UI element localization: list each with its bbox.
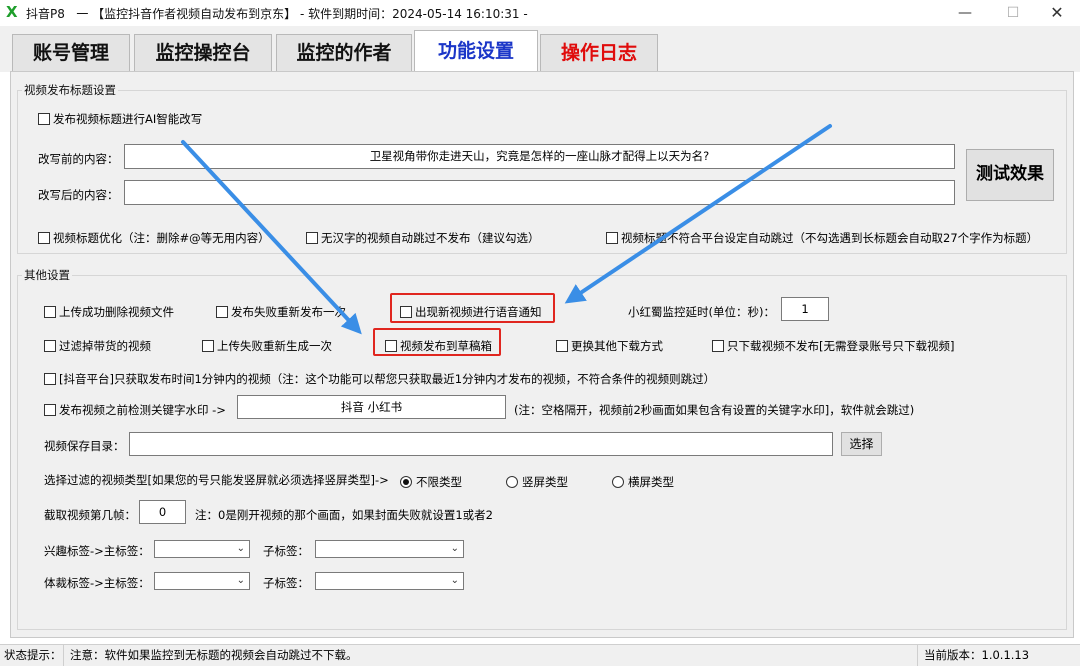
title-bar: X 抖音P8 一 【监控抖音作者视频自动发布到京东】 - 软件到期时间：2024… <box>0 0 1080 26</box>
change-download-label: 更换其他下载方式 <box>571 339 663 353</box>
tab-bar: 账号管理 监控操控台 监控的作者 功能设置 操作日志 <box>0 26 1080 72</box>
minimize-button[interactable]: — <box>942 0 988 26</box>
status-label: 状态提示： <box>0 645 64 666</box>
tab-console[interactable]: 监控操控台 <box>134 34 272 72</box>
radio-dot[interactable] <box>506 476 518 488</box>
filter-goods-label: 过滤掉带货的视频 <box>59 339 151 353</box>
check-watermark-checkbox[interactable]: 发布视频之前检测关键字水印 -> <box>44 402 226 418</box>
save-dir-label: 视频保存目录： <box>44 439 125 453</box>
other-settings-group: 其他设置 上传成功删除视频文件 发布失败重新发布一次 出现新视频进行语音通知 小… <box>17 267 1067 630</box>
video-type-label: 选择过滤的视频类型[如果您的号只能发竖屏就必须选择竖屏类型]-> <box>44 473 389 487</box>
title-optimize-label: 视频标题优化（注：删除#@等无用内容） <box>53 231 270 245</box>
download-only-label: 只下载视频不发布[无需登录账号只下载视频] <box>727 339 955 353</box>
republish-on-fail-label: 发布失败重新发布一次 <box>231 305 346 319</box>
download-only-checkbox[interactable]: 只下载视频不发布[无需登录账号只下载视频] <box>712 338 954 354</box>
checkbox-box[interactable] <box>306 232 318 244</box>
chevron-down-icon: ⌄ <box>450 575 459 586</box>
chevron-down-icon: ⌄ <box>450 543 459 554</box>
chevron-down-icon: ⌄ <box>236 543 245 554</box>
checkbox-box[interactable] <box>44 404 56 416</box>
radio-any-type[interactable]: 不限类型 <box>400 474 462 490</box>
before-content-input[interactable]: 卫星视角带你走进天山，究竟是怎样的一座山脉才配得上以天为名? <box>124 144 955 169</box>
delete-after-upload-checkbox[interactable]: 上传成功删除视频文件 <box>44 304 174 320</box>
frame-input[interactable]: 0 <box>139 500 186 524</box>
checkbox-box[interactable] <box>606 232 618 244</box>
checkbox-box[interactable] <box>44 306 56 318</box>
checkbox-box[interactable] <box>44 373 56 385</box>
browse-button[interactable]: 选择 <box>841 432 882 456</box>
interest-sub-label: 子标签： <box>263 544 309 558</box>
after-label: 改写后的内容： <box>38 188 119 202</box>
checkbox-box[interactable] <box>38 232 50 244</box>
radio-horizontal-type-label: 横屏类型 <box>628 475 674 489</box>
radio-dot[interactable] <box>400 476 412 488</box>
filter-goods-checkbox[interactable]: 过滤掉带货的视频 <box>44 338 151 354</box>
interest-main-select[interactable]: ⌄ <box>154 540 250 558</box>
watermark-keywords-input[interactable]: 抖音 小红书 <box>237 395 506 419</box>
checkbox-box[interactable] <box>202 340 214 352</box>
title-settings-group: 视频发布标题设置 发布视频标题进行AI智能改写 改写前的内容： 卫星视角带你走进… <box>17 82 1067 254</box>
status-message: 注意：软件如果监控到无标题的视频会自动跳过不下载。 <box>66 645 918 666</box>
chevron-down-icon: ⌄ <box>236 575 245 586</box>
window-title-text: 一 【监控抖音作者视频自动发布到京东】 - 软件到期时间：2024-05-14 … <box>76 7 528 21</box>
regenerate-on-fail-checkbox[interactable]: 上传失败重新生成一次 <box>202 338 332 354</box>
title-invalid-skip-label: 视频标题不符合平台设定自动跳过（不勾选遇到长标题会自动取27个字作为标题） <box>621 231 1039 245</box>
app-name: 抖音P8 <box>26 7 65 21</box>
radio-vertical-type[interactable]: 竖屏类型 <box>506 474 568 490</box>
publish-to-draft-highlight <box>373 328 501 356</box>
other-settings-heading: 其他设置 <box>22 267 72 283</box>
tab-account[interactable]: 账号管理 <box>12 34 130 72</box>
frame-note: 注：0是刚开视频的那个画面，如果封面失败就设置1或者2 <box>195 508 493 522</box>
genre-sub-label: 子标签： <box>263 576 309 590</box>
tab-authors[interactable]: 监控的作者 <box>276 34 412 72</box>
douyin-recent-checkbox[interactable]: [抖音平台]只获取发布时间1分钟内的视频（注：这个功能可以帮您只获取最近1分钟内… <box>44 371 715 387</box>
check-watermark-label: 发布视频之前检测关键字水印 -> <box>59 403 226 417</box>
checkbox-box[interactable] <box>712 340 724 352</box>
checkbox-box[interactable] <box>38 113 50 125</box>
ai-rewrite-label: 发布视频标题进行AI智能改写 <box>53 112 203 126</box>
radio-horizontal-type[interactable]: 横屏类型 <box>612 474 674 490</box>
radio-any-type-label: 不限类型 <box>416 475 462 489</box>
regenerate-on-fail-label: 上传失败重新生成一次 <box>217 339 332 353</box>
title-settings-heading: 视频发布标题设置 <box>22 82 118 98</box>
xhs-delay-input[interactable]: 1 <box>781 297 829 321</box>
interest-main-label: 兴趣标签->主标签： <box>44 544 150 558</box>
genre-sub-select[interactable]: ⌄ <box>315 572 464 590</box>
radio-dot[interactable] <box>612 476 624 488</box>
genre-main-label: 体裁标签->主标签： <box>44 576 150 590</box>
checkbox-box[interactable] <box>44 340 56 352</box>
before-label: 改写前的内容： <box>38 152 119 166</box>
checkbox-box[interactable] <box>216 306 228 318</box>
tab-log[interactable]: 操作日志 <box>540 34 658 72</box>
ai-rewrite-checkbox[interactable]: 发布视频标题进行AI智能改写 <box>38 111 202 127</box>
no-chinese-skip-checkbox[interactable]: 无汉字的视频自动跳过不发布（建议勾选） <box>306 230 540 246</box>
tab-settings[interactable]: 功能设置 <box>414 30 538 72</box>
window-title: 抖音P8 一 【监控抖音作者视频自动发布到京东】 - 软件到期时间：2024-0… <box>26 5 528 22</box>
save-dir-input[interactable] <box>129 432 833 456</box>
no-chinese-skip-label: 无汉字的视频自动跳过不发布（建议勾选） <box>321 231 540 245</box>
frame-label: 截取视频第几帧： <box>44 508 136 522</box>
interest-sub-select[interactable]: ⌄ <box>315 540 464 558</box>
radio-vertical-type-label: 竖屏类型 <box>522 475 568 489</box>
maximize-button[interactable]: ☐ <box>990 0 1036 26</box>
change-download-checkbox[interactable]: 更换其他下载方式 <box>556 338 663 354</box>
republish-on-fail-checkbox[interactable]: 发布失败重新发布一次 <box>216 304 346 320</box>
xhs-delay-label: 小红蜀监控延时(单位：秒)： <box>628 305 775 319</box>
settings-panel: 视频发布标题设置 发布视频标题进行AI智能改写 改写前的内容： 卫星视角带你走进… <box>10 71 1074 638</box>
version-text: 当前版本：1.0.1.13 <box>924 648 1030 662</box>
status-bar: 状态提示： 注意：软件如果监控到无标题的视频会自动跳过不下载。 当前版本：1.0… <box>0 644 1080 666</box>
app-logo-icon: X <box>6 3 18 21</box>
douyin-recent-label: [抖音平台]只获取发布时间1分钟内的视频（注：这个功能可以帮您只获取最近1分钟内… <box>59 372 716 386</box>
delete-after-upload-label: 上传成功删除视频文件 <box>59 305 174 319</box>
genre-main-select[interactable]: ⌄ <box>154 572 250 590</box>
close-button[interactable]: ✕ <box>1034 0 1080 26</box>
title-optimize-checkbox[interactable]: 视频标题优化（注：删除#@等无用内容） <box>38 230 270 246</box>
watermark-note: (注：空格隔开，视频前2秒画面如果包含有设置的关键字水印]，软件就会跳过) <box>514 403 915 417</box>
test-effect-button[interactable]: 测试效果 <box>966 149 1054 201</box>
title-invalid-skip-checkbox[interactable]: 视频标题不符合平台设定自动跳过（不勾选遇到长标题会自动取27个字作为标题） <box>606 230 1038 246</box>
checkbox-box[interactable] <box>556 340 568 352</box>
after-content-input[interactable] <box>124 180 955 205</box>
voice-notify-highlight <box>390 293 555 323</box>
